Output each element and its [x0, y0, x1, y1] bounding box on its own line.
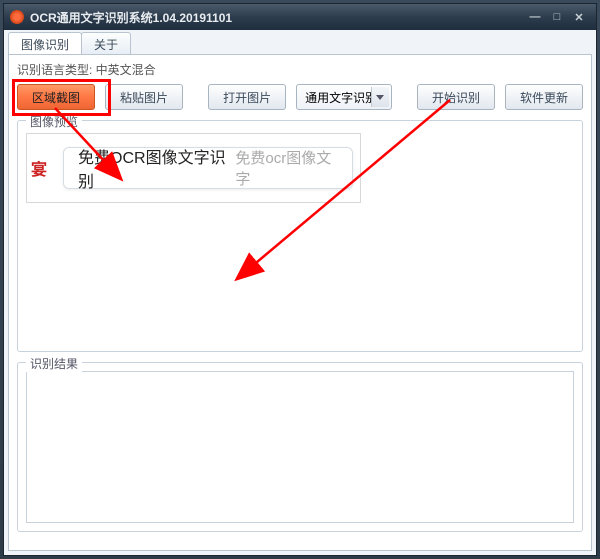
- tab-strip: 图像识别 关于: [8, 32, 592, 54]
- result-panel: 识别结果: [17, 362, 583, 532]
- watermark: 9553下载: [508, 527, 590, 553]
- tab-image-recognition[interactable]: 图像识别: [8, 32, 82, 54]
- titlebar: OCR通用文字识别系统1.04.20191101 — □ ✕: [4, 4, 596, 30]
- result-legend: 识别结果: [26, 355, 82, 372]
- recognition-mode-dropdown[interactable]: 通用文字识别: [296, 84, 392, 110]
- content-area: 图像识别 关于 识别语言类型: 中英文混合 区域截图 粘贴图片 打开图片 通用文…: [4, 30, 596, 555]
- paste-image-button[interactable]: 粘贴图片: [105, 84, 183, 110]
- window-title: OCR通用文字识别系统1.04.20191101: [30, 9, 232, 26]
- maximize-button[interactable]: □: [546, 9, 568, 25]
- toolbar: 区域截图 粘贴图片 打开图片 通用文字识别 开始识别 软件更新: [17, 84, 583, 110]
- dropdown-selected-label: 通用文字识别: [305, 89, 377, 106]
- preview-char: 宴: [31, 156, 47, 180]
- language-type-label: 识别语言类型: 中英文混合: [17, 61, 583, 78]
- app-icon: [10, 10, 24, 24]
- close-button[interactable]: ✕: [568, 9, 590, 25]
- preview-searchbox: 免费OCR图像文字识别 免费ocr图像文字: [63, 147, 353, 189]
- result-textarea[interactable]: [26, 371, 574, 523]
- minimize-button[interactable]: —: [524, 9, 546, 25]
- chevron-down-icon: [371, 87, 389, 107]
- image-preview-panel: 图像预览 宴 免费OCR图像文字识别 免费ocr图像文字: [17, 120, 583, 352]
- preview-image: 宴 免费OCR图像文字识别 免费ocr图像文字: [26, 133, 361, 203]
- preview-hint-text: 免费ocr图像文字: [235, 147, 338, 189]
- preview-main-text: 免费OCR图像文字识别: [78, 144, 229, 192]
- open-image-button[interactable]: 打开图片: [208, 84, 286, 110]
- software-update-button[interactable]: 软件更新: [505, 84, 583, 110]
- start-recognition-button[interactable]: 开始识别: [417, 84, 495, 110]
- window-controls: — □ ✕: [524, 9, 590, 25]
- app-window: OCR通用文字识别系统1.04.20191101 — □ ✕ 图像识别 关于 识…: [3, 3, 597, 556]
- capture-region-button[interactable]: 区域截图: [17, 84, 95, 110]
- tab-about[interactable]: 关于: [81, 32, 131, 54]
- tab-content: 识别语言类型: 中英文混合 区域截图 粘贴图片 打开图片 通用文字识别 开始识别…: [8, 54, 592, 551]
- preview-legend: 图像预览: [26, 113, 82, 130]
